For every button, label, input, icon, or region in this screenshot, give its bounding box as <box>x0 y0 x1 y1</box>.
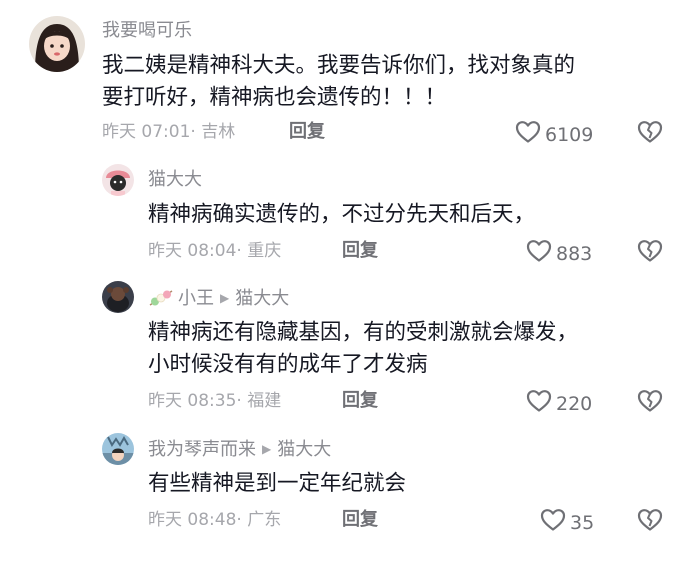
username-text: 我为琴声而来 <box>148 439 256 460</box>
triangle-right-icon: ▶ <box>262 442 272 456</box>
dango-sticker-icon <box>148 289 174 313</box>
comment-meta: 昨天 08:35· 福建 <box>148 390 281 412</box>
comment-text-line: 有些精神是到一定年纪就会 <box>148 471 407 496</box>
comment-location: 重庆 <box>247 241 282 261</box>
like-button[interactable]: 6109 <box>515 120 593 150</box>
reply-3: 我为琴声而来 ▶ 猫大大 有些精神是到一定年纪就会 昨天 08:48· 广东 回复 … <box>0 425 690 564</box>
broken-heart-icon <box>637 239 663 263</box>
dislike-button[interactable] <box>637 508 663 532</box>
avatar[interactable] <box>29 16 85 72</box>
avatar[interactable] <box>102 433 134 465</box>
reply-button[interactable]: 回复 <box>289 121 325 143</box>
comment-text-line: 小时候没有有的成年了才发病 <box>148 352 428 377</box>
reply-button[interactable]: 回复 <box>342 390 378 412</box>
username-text: 小王 <box>178 288 214 309</box>
broken-heart-icon <box>637 508 663 532</box>
dislike-button[interactable] <box>637 389 663 413</box>
comment-location: 福建 <box>247 391 282 411</box>
comment-text-line: 要打听好，精神病也会遗传的！！！ <box>102 85 447 110</box>
like-count: 35 <box>570 512 595 534</box>
reply-button[interactable]: 回复 <box>342 240 378 262</box>
comment-text-line: 精神病还有隐藏基因，有的受刺激就会爆发， <box>148 320 579 345</box>
heart-outline-icon <box>526 239 552 269</box>
reply-to-user[interactable]: 猫大大 <box>235 288 289 309</box>
comment-location: 广东 <box>247 510 282 530</box>
heart-outline-icon <box>526 389 552 419</box>
username[interactable]: 我为琴声而来 ▶ 猫大大 <box>148 438 331 461</box>
username[interactable]: 小王 ▶ 猫大大 <box>148 287 289 313</box>
like-count: 220 <box>556 393 593 415</box>
like-button[interactable]: 35 <box>540 508 594 538</box>
username-text: 我要喝可乐 <box>102 20 192 41</box>
reply-button[interactable]: 回复 <box>342 509 378 531</box>
comment-meta: 昨天 07:01· 吉林 <box>102 121 235 143</box>
avatar[interactable] <box>102 281 134 313</box>
avatar[interactable] <box>102 164 134 196</box>
comment-time: 昨天 08:04 <box>148 241 237 261</box>
like-count: 883 <box>556 243 593 265</box>
comment-text: 精神病还有隐藏基因，有的受刺激就会爆发， 小时候没有有的成年了才发病 <box>148 317 578 381</box>
username[interactable]: 猫大大 <box>148 169 202 191</box>
comment-1: 我要喝可乐 我二姨是精神科大夫。我要告诉你们，找对象真的 要打听好，精神病也会遗… <box>0 0 690 160</box>
reply-1: 猫大大 精神病确实遗传的，不过分先天和后天， 昨天 08:04· 重庆 回复 8… <box>0 160 690 275</box>
comment-text-line: 我二姨是精神科大夫。我要告诉你们，找对象真的 <box>102 53 576 78</box>
dislike-button[interactable] <box>637 239 663 263</box>
heart-outline-icon <box>515 120 541 150</box>
comment-location: 吉林 <box>201 122 236 142</box>
username-text: 猫大大 <box>148 169 202 190</box>
reply-to-user[interactable]: 猫大大 <box>277 439 331 460</box>
comment-text: 精神病确实遗传的，不过分先天和后天， <box>148 199 535 231</box>
comment-time: 昨天 07:01 <box>102 122 191 142</box>
username[interactable]: 我要喝可乐 <box>102 20 192 42</box>
comment-time: 昨天 08:35 <box>148 391 237 411</box>
broken-heart-icon <box>637 389 663 413</box>
comment-text: 有些精神是到一定年纪就会 <box>148 468 406 500</box>
meta-separator: · <box>236 510 242 530</box>
meta-separator: · <box>190 122 196 142</box>
comment-text-line: 精神病确实遗传的，不过分先天和后天， <box>148 202 536 227</box>
like-button[interactable]: 883 <box>526 239 592 269</box>
comment-meta: 昨天 08:04· 重庆 <box>148 240 281 262</box>
comment-text: 我二姨是精神科大夫。我要告诉你们，找对象真的 要打听好，精神病也会遗传的！！！ <box>102 50 575 114</box>
broken-heart-icon <box>637 120 663 144</box>
comment-time: 昨天 08:48 <box>148 510 237 530</box>
comment-meta: 昨天 08:48· 广东 <box>148 509 281 531</box>
reply-2: 小王 ▶ 猫大大 精神病还有隐藏基因，有的受刺激就会爆发， 小时候没有有的成年了才发… <box>0 275 690 425</box>
like-button[interactable]: 220 <box>526 389 592 419</box>
meta-separator: · <box>236 241 242 261</box>
dislike-button[interactable] <box>637 120 663 144</box>
like-count: 6109 <box>545 124 594 146</box>
heart-outline-icon <box>540 508 566 538</box>
meta-separator: · <box>236 391 242 411</box>
triangle-right-icon: ▶ <box>220 291 230 305</box>
